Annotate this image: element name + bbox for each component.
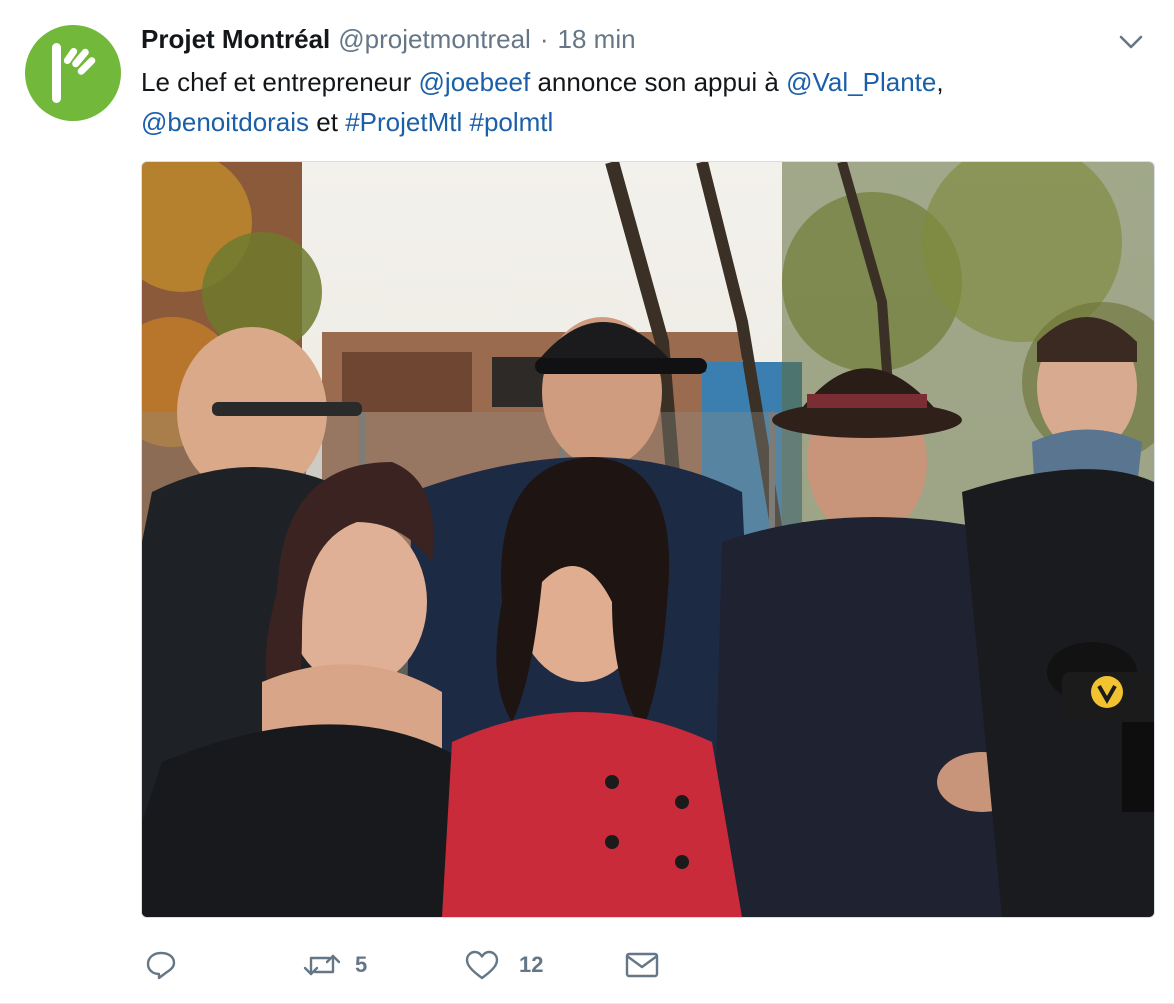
envelope-icon <box>625 952 659 978</box>
direct-message-button[interactable] <box>625 940 659 990</box>
mention-benoitdorais[interactable]: @benoitdorais <box>141 107 309 137</box>
reply-icon <box>146 951 176 980</box>
text-segment: , <box>936 67 944 97</box>
like-button[interactable]: 12 <box>465 940 543 990</box>
heart-icon <box>465 950 499 980</box>
hashtag-polmtl[interactable]: #polmtl <box>469 107 553 137</box>
text-segment: annonce son appui à <box>530 67 787 97</box>
tweet-menu-button[interactable] <box>1116 30 1146 54</box>
tweet-text-line-2: @benoitdorais et #ProjetMtl #polmtl <box>141 102 1141 142</box>
retweet-icon <box>303 954 341 976</box>
tweet-card[interactable]: Projet Montréal @projetmontreal · 18 min… <box>0 0 1174 1004</box>
tweet-text-line-1: Le chef et entrepreneur @joebeef annonce… <box>141 62 1141 102</box>
separator-dot: · <box>539 24 549 54</box>
timestamp[interactable]: 18 min <box>558 24 636 55</box>
tweet-actions: 5 12 <box>141 940 741 990</box>
tweet-photo[interactable] <box>141 161 1155 918</box>
avatar[interactable] <box>25 25 121 121</box>
tweet-text: Le chef et entrepreneur @joebeef annonce… <box>141 62 1141 142</box>
mention-val-plante[interactable]: @Val_Plante <box>786 67 936 97</box>
projet-montreal-logo <box>52 43 96 103</box>
chevron-down-icon <box>1119 35 1143 49</box>
photo-illustration <box>142 162 1154 917</box>
retweet-button[interactable]: 5 <box>303 940 367 990</box>
tweet-header: Projet Montréal @projetmontreal · 18 min <box>141 24 636 58</box>
retweet-count: 5 <box>355 952 368 977</box>
text-segment: Le chef et entrepreneur <box>141 67 419 97</box>
display-name[interactable]: Projet Montréal <box>141 24 330 55</box>
reply-button[interactable] <box>145 940 177 990</box>
user-handle[interactable]: @projetmontreal <box>338 24 531 55</box>
mention-joebeef[interactable]: @joebeef <box>419 67 531 97</box>
like-count: 12 <box>519 952 544 977</box>
text-segment: et <box>309 107 346 137</box>
hashtag-projetmtl[interactable]: #ProjetMtl <box>345 107 462 137</box>
